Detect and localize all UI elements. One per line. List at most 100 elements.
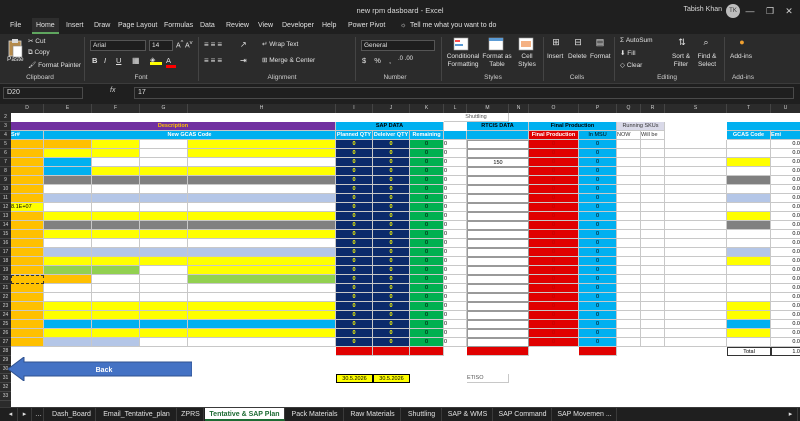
description-cell[interactable] xyxy=(44,230,92,239)
insert-icon[interactable]: ⊞ xyxy=(548,37,564,48)
total-band[interactable] xyxy=(467,347,529,356)
planned-qty-cell[interactable]: 0 xyxy=(336,194,373,203)
description-cell[interactable] xyxy=(188,284,336,293)
now-cell[interactable] xyxy=(617,248,641,257)
remaining-cell[interactable]: 0 xyxy=(410,212,444,221)
description-cell[interactable] xyxy=(92,311,140,320)
shuttling-cell[interactable]: 0 xyxy=(444,338,467,347)
will-be-cell[interactable] xyxy=(641,212,665,221)
will-be-cell[interactable] xyxy=(641,248,665,257)
format-icon[interactable]: ▤ xyxy=(592,37,608,48)
row-header[interactable]: 27 xyxy=(0,338,11,347)
minimize-icon[interactable]: — xyxy=(742,3,758,19)
rtcis-cell[interactable] xyxy=(467,257,529,266)
gcas-code-cell[interactable] xyxy=(727,176,771,185)
sr-cell[interactable] xyxy=(11,230,44,239)
new-gcas-header[interactable]: New GCAS Code xyxy=(44,131,336,140)
description-cell[interactable] xyxy=(188,239,336,248)
remaining-cell[interactable]: 0 xyxy=(410,221,444,230)
description-cell[interactable] xyxy=(44,158,92,167)
description-cell[interactable] xyxy=(140,248,188,257)
conditional-formatting-button[interactable]: Conditional Formatting xyxy=(446,53,480,69)
description-cell[interactable] xyxy=(188,248,336,257)
now-cell[interactable] xyxy=(617,302,641,311)
description-cell[interactable] xyxy=(92,284,140,293)
will-be-cell[interactable] xyxy=(641,158,665,167)
description-cell[interactable] xyxy=(140,158,188,167)
rtcis-cell[interactable] xyxy=(467,248,529,257)
emi-cell[interactable]: 0.0 xyxy=(771,257,800,266)
tab-data[interactable]: Data xyxy=(196,18,219,34)
planned-qty-cell[interactable]: 0 xyxy=(336,284,373,293)
tab-home[interactable]: Home xyxy=(32,18,59,34)
row-header[interactable]: 7 xyxy=(0,158,11,167)
rtcis-cell[interactable] xyxy=(467,212,529,221)
spacer-cell[interactable] xyxy=(665,149,727,158)
now-cell[interactable] xyxy=(617,320,641,329)
addins-icon[interactable]: ● xyxy=(734,37,750,47)
delivered-qty-cell[interactable]: 0 xyxy=(373,257,410,266)
spacer-cell[interactable] xyxy=(665,221,727,230)
delivered-qty-cell[interactable]: 0 xyxy=(373,311,410,320)
in-msu-cell[interactable]: 0 xyxy=(579,302,617,311)
planned-qty-cell[interactable]: 0 xyxy=(336,293,373,302)
emi-cell[interactable]: 0.0 xyxy=(771,212,800,221)
insert-button[interactable]: Insert xyxy=(547,53,563,60)
in-msu-cell[interactable]: 0 xyxy=(579,176,617,185)
delivered-qty-cell[interactable]: 0 xyxy=(373,185,410,194)
sr-cell[interactable] xyxy=(11,275,44,284)
planned-qty-cell[interactable]: 0 xyxy=(336,212,373,221)
row-header[interactable]: 24 xyxy=(0,311,11,320)
description-cell[interactable] xyxy=(140,239,188,248)
final-production-subheader[interactable]: Final Production xyxy=(529,131,579,140)
format-as-table-icon[interactable] xyxy=(488,37,504,51)
clear-button[interactable]: ◇ Clear xyxy=(620,61,642,69)
header-band[interactable] xyxy=(467,131,529,140)
column-header[interactable]: L xyxy=(444,104,467,113)
will-be-cell[interactable] xyxy=(641,302,665,311)
rtcis-cell[interactable] xyxy=(467,338,529,347)
will-be-cell[interactable] xyxy=(641,176,665,185)
emi-cell[interactable]: 0.0 xyxy=(771,149,800,158)
restore-icon[interactable]: ❐ xyxy=(762,3,778,19)
gcas-code-cell[interactable] xyxy=(727,194,771,203)
planned-qty-cell[interactable]: 0 xyxy=(336,167,373,176)
gcas-code-cell[interactable] xyxy=(727,311,771,320)
planned-qty-cell[interactable]: 0 xyxy=(336,221,373,230)
sr-cell[interactable] xyxy=(11,140,44,149)
format-as-table-button[interactable]: Format as Table xyxy=(482,53,512,69)
description-cell[interactable] xyxy=(44,167,92,176)
description-cell[interactable] xyxy=(92,329,140,338)
remaining-cell[interactable]: 0 xyxy=(410,185,444,194)
description-cell[interactable] xyxy=(188,230,336,239)
final-production-cell[interactable]: 0 xyxy=(529,158,579,167)
remaining-cell[interactable]: 0 xyxy=(410,167,444,176)
tab-page-layout[interactable]: Page Layout xyxy=(114,18,161,34)
delete-button[interactable]: Delete xyxy=(568,53,587,60)
copy-button[interactable]: ⧉ Copy xyxy=(28,49,50,57)
column-header[interactable]: Q xyxy=(617,104,641,113)
description-cell[interactable] xyxy=(92,176,140,185)
will-be-header[interactable]: Will be xyxy=(641,131,665,140)
description-cell[interactable] xyxy=(140,167,188,176)
column-header[interactable]: O xyxy=(529,104,579,113)
spacer-cell[interactable] xyxy=(665,275,727,284)
shuttling-cell[interactable]: 0 xyxy=(444,320,467,329)
tab-draw[interactable]: Draw xyxy=(90,18,114,34)
remaining-cell[interactable]: 0 xyxy=(410,329,444,338)
find-select-button[interactable]: Find & Select xyxy=(694,53,720,69)
planned-qty-cell[interactable]: 0 xyxy=(336,239,373,248)
column-header[interactable]: M xyxy=(467,104,509,113)
final-production-cell[interactable]: 0 xyxy=(529,149,579,158)
description-cell[interactable] xyxy=(44,239,92,248)
font-size-select[interactable]: 14 xyxy=(149,40,173,51)
will-be-cell[interactable] xyxy=(641,239,665,248)
row-header[interactable]: 11 xyxy=(0,194,11,203)
sr-cell[interactable] xyxy=(11,338,44,347)
description-cell[interactable] xyxy=(188,338,336,347)
emi-cell[interactable]: 0.0 xyxy=(771,338,800,347)
running-skus-header[interactable]: Running SKUs xyxy=(617,122,665,131)
description-cell[interactable] xyxy=(188,212,336,221)
scroll-left-icon[interactable]: ◂ xyxy=(4,408,18,421)
row-header[interactable]: 6 xyxy=(0,149,11,158)
